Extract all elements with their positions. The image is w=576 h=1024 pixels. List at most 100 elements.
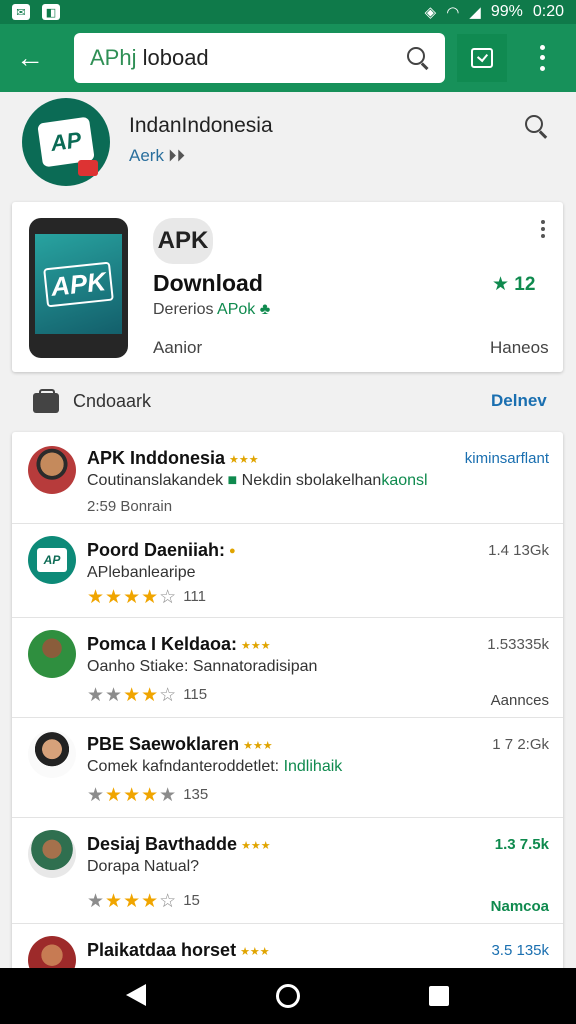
item-size: 1 7 2:Gk — [492, 736, 549, 753]
item-size: 3.5 135k — [491, 942, 549, 959]
rank-stars-icon: ★★★ — [241, 839, 271, 852]
featured-subtitle: Dererios APok ♣ — [153, 301, 270, 319]
app-toolbar: ← APhj loboad — [0, 24, 576, 92]
app-header: AP IndanIndonesia Aerk ⏵⏵ — [0, 92, 576, 194]
nav-back-icon[interactable] — [126, 984, 146, 1006]
featured-subtitle-b: APok — [217, 301, 256, 318]
card-overflow-button[interactable] — [541, 220, 546, 238]
star-rating: ★★★★☆ 115 — [87, 685, 208, 706]
rating-count: 15 — [183, 892, 200, 909]
item-name: PBE Saewoklaren ★★★ — [87, 734, 273, 755]
item-name-text: Plaikatdaa horset — [87, 940, 237, 960]
clock: 0:20 — [532, 3, 564, 20]
phone-screen: APK — [35, 234, 122, 334]
download-check-icon — [471, 48, 493, 68]
item-name: Pomca I Keldaoa: ★★★ — [87, 634, 271, 655]
list-item[interactable]: PBE Saewoklaren ★★★ Comek kafndanteroddet… — [12, 718, 563, 818]
item-name-text: Desiaj Bavthadde — [87, 834, 238, 854]
item-description: Comek kafndanteroddetlet: Indlihaik — [87, 758, 342, 776]
rating-count: 115 — [183, 686, 208, 703]
section-action-link[interactable]: Delnev — [491, 391, 547, 411]
notification-icon: ✉ — [12, 4, 30, 20]
avatar — [28, 446, 76, 494]
list-item[interactable]: Plaikatdaa horset ★★★ 3.5 135k — [12, 924, 563, 972]
star-rating: ★★★★★ 135 — [87, 785, 209, 806]
item-name-text: Pomca I Keldaoa: — [87, 634, 238, 654]
nav-recents-icon[interactable] — [429, 986, 449, 1006]
item-desc-b: Nekdin sbolakelhan — [241, 472, 382, 489]
item-name: Plaikatdaa horset ★★★ — [87, 940, 270, 961]
item-size: 1.53335k — [487, 636, 549, 653]
item-desc-a: Comek kafndanteroddetlet: — [87, 758, 284, 775]
rating-count: 135 — [183, 786, 209, 803]
search-icon[interactable] — [405, 45, 431, 71]
avatar — [28, 730, 76, 778]
list-item[interactable]: Desiaj Bavthadde ★★★ Dorapa Natual? ★★★★☆… — [12, 818, 563, 924]
featured-rating: ★ 12 — [492, 274, 536, 295]
item-desc-c: kaonsl — [381, 472, 428, 489]
star-rating: ★★★★☆ 111 — [87, 587, 206, 608]
item-description: Coutinanslakandek ■ Nekdin sbolakelhanka… — [87, 472, 428, 490]
section-header: Cndoaark Delnev — [0, 378, 576, 424]
search-query[interactable]: APhj loboad — [90, 45, 405, 71]
item-name-text: APK Inddonesia — [87, 448, 226, 468]
arrow-left-icon: ← — [16, 42, 44, 73]
item-name: APK Inddonesia ★★★ — [87, 448, 259, 469]
item-name-text: PBE Saewoklaren — [87, 734, 240, 754]
avatar: AP — [28, 536, 76, 584]
item-size: 1.4 13Gk — [488, 542, 549, 559]
item-description: APlebanlearipe — [87, 564, 196, 581]
phone-illustration: APK — [29, 218, 128, 358]
folder-icon — [33, 389, 59, 413]
location-icon: ◈ — [424, 4, 437, 21]
featured-title: Download — [153, 270, 263, 296]
search-field[interactable]: APhj loboad — [74, 33, 445, 83]
status-bar: ✉ ◧ ◈ ◠ ◢ 99% 0:20 — [0, 0, 576, 24]
item-category: Aannces — [490, 692, 549, 709]
rank-stars-icon: ★★★ — [240, 945, 270, 958]
item-category[interactable]: Namcoa — [491, 898, 549, 915]
app-list: APK Inddonesia ★★★ Coutinanslakandek ■ Ne… — [12, 432, 563, 972]
item-description: Oanho Stiake: Sannatoradisipan — [87, 658, 318, 675]
featured-footer-right[interactable]: Haneos — [490, 338, 549, 358]
item-size: 1.3 7.5k — [494, 836, 549, 853]
leaf-icon: ♣ — [259, 301, 271, 318]
item-desc-b: Indlihaik — [283, 758, 343, 775]
item-right-link[interactable]: kiminsarflant — [465, 450, 549, 467]
verified-icon: ⏵⏵ — [167, 146, 185, 165]
rank-badge-icon: ● — [229, 545, 236, 558]
nav-home-icon[interactable] — [276, 984, 300, 1008]
app-mini-icon: ■ — [227, 472, 238, 489]
header-subtitle: Aerk ⏵⏵ — [129, 146, 185, 166]
back-button[interactable]: ← — [0, 24, 60, 92]
apk-screen-logo: APK — [43, 261, 114, 307]
header-title: IndanIndonesia — [129, 114, 273, 137]
featured-footer-left[interactable]: Aanior — [153, 338, 202, 358]
play-badge-icon — [78, 160, 98, 176]
item-desc-a: Coutinanslakandek — [87, 472, 228, 489]
item-name-text: Poord Daeniiah: — [87, 540, 226, 560]
list-item[interactable]: AP Poord Daeniiah: ● APlebanlearipe ★★★★☆… — [12, 524, 563, 618]
search-query-rest: loboad — [136, 45, 209, 70]
avatar — [28, 936, 76, 972]
rank-stars-icon: ★★★ — [241, 639, 271, 652]
header-search-icon[interactable] — [524, 114, 550, 140]
downloads-button[interactable] — [457, 34, 507, 82]
search-query-prefix: APhj — [90, 45, 137, 70]
overflow-menu-button[interactable] — [530, 42, 554, 74]
wifi-icon: ◠ — [446, 4, 460, 21]
section-label: Cndoaark — [73, 391, 152, 411]
rating-count: 111 — [183, 588, 206, 605]
item-description: Dorapa Natual? — [87, 858, 200, 875]
featured-app-card[interactable]: APK APK Download Dererios APok ♣ ★ 12 Aa… — [12, 202, 563, 372]
apk-badge: APK — [153, 218, 213, 264]
battery-level: 99% — [490, 3, 523, 20]
list-item[interactable]: Pomca I Keldaoa: ★★★ Oanho Stiake: Sannat… — [12, 618, 563, 718]
featured-subtitle-a: Dererios — [153, 301, 218, 318]
list-item[interactable]: APK Inddonesia ★★★ Coutinanslakandek ■ Ne… — [12, 432, 563, 524]
item-name: Poord Daeniiah: ● — [87, 540, 236, 561]
item-name: Desiaj Bavthadde ★★★ — [87, 834, 271, 855]
rank-stars-icon: ★★★ — [243, 739, 273, 752]
star-rating: ★★★★☆ 15 — [87, 891, 200, 912]
signal-icon: ◢ — [469, 4, 481, 21]
